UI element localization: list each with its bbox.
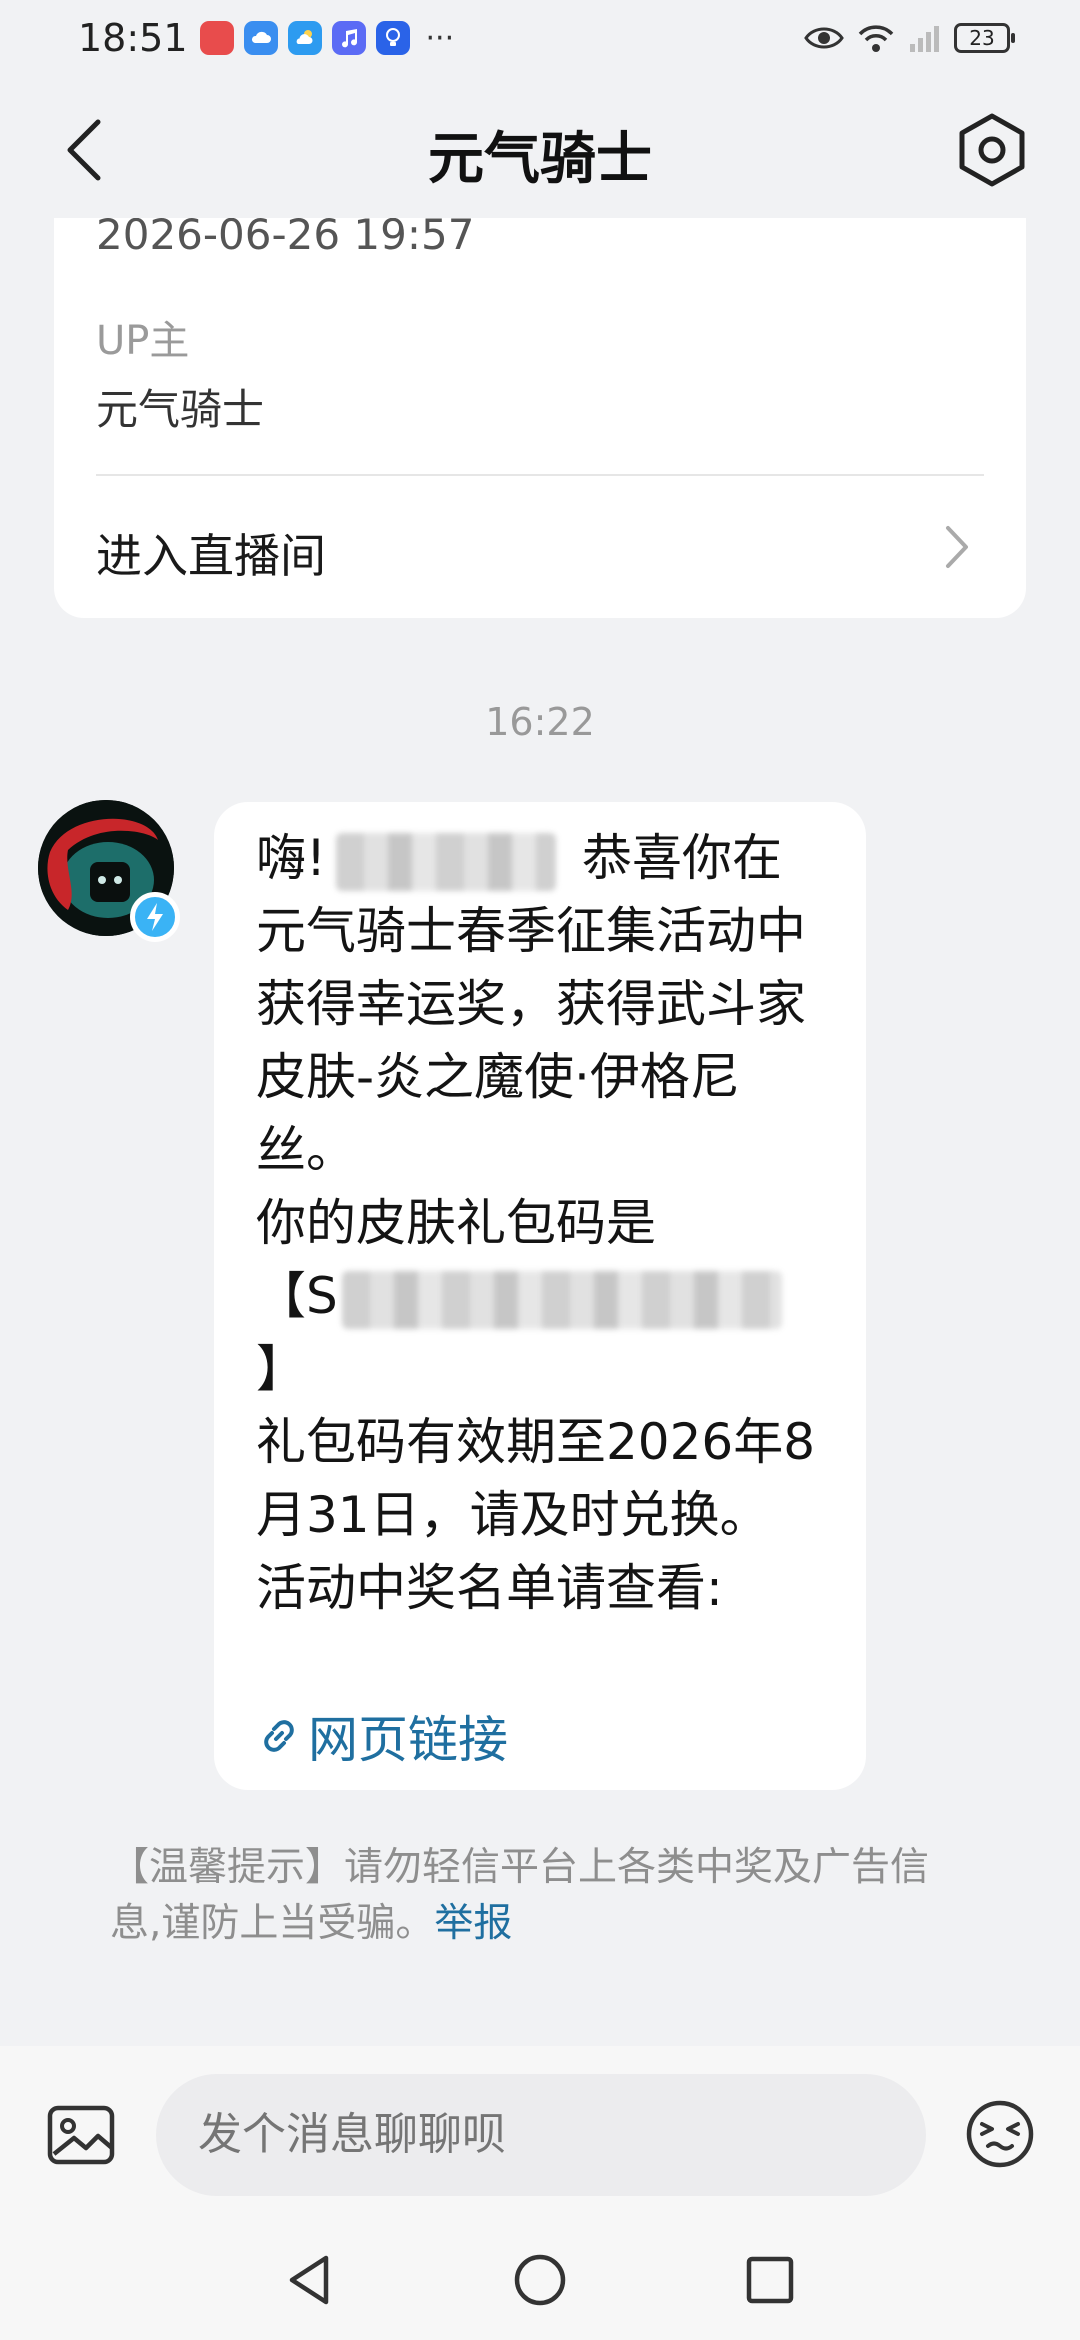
eye-icon — [804, 27, 844, 49]
nav-recent-button[interactable] — [742, 2250, 798, 2310]
message-body-end: 】 礼包码有效期至2026年8月31日，请及时兑换。 活动中奖名单请查看: — [256, 1340, 816, 1617]
notification-icons: ··· — [199, 20, 455, 56]
lightning-icon — [147, 903, 163, 931]
enter-live-room-label: 进入直播间 — [96, 529, 326, 583]
redacted-gift-code — [341, 1270, 782, 1329]
status-bar: 18:51 ··· 23 — [0, 0, 1080, 76]
greeting-end: 恭喜你 — [582, 829, 733, 887]
message-text: 嗨! 恭喜你在元气骑士春季征集活动中获得幸运奖，获得武斗家皮肤-炎之魔使·伊格尼丝… — [256, 822, 832, 1625]
emoji-button[interactable] — [964, 2098, 1036, 2170]
header: 元气骑士 — [0, 90, 1080, 210]
warning-tip-text: 【温馨提示】请勿轻信平台上各类中奖及广告信息,谨防上当受骗。 — [110, 1845, 930, 1946]
settings-button[interactable] — [952, 108, 1032, 192]
image-icon — [47, 2105, 115, 2165]
battery-indicator: 23 — [954, 23, 1015, 53]
weather-icon — [287, 21, 322, 55]
message-timestamp: 16:22 — [485, 700, 595, 744]
page-title: 元气骑士 — [428, 127, 652, 192]
nav-home-button[interactable] — [512, 2250, 568, 2310]
link-icon — [264, 1720, 294, 1752]
settings-icon — [959, 113, 1025, 187]
message-body: 在元气骑士春季征集活动中获得幸运奖，获得武斗家皮肤-炎之魔使·伊格尼丝。 你的皮… — [256, 829, 806, 1325]
redacted-username — [336, 832, 557, 891]
web-link[interactable]: 网页链接 — [256, 1700, 508, 1772]
greeting-start: 嗨! — [256, 829, 327, 887]
enter-live-room-button[interactable]: 进入直播间 — [54, 476, 1026, 618]
status-indicators: 23 — [804, 22, 1015, 54]
emoji-icon — [966, 2100, 1034, 2168]
cloud-icon — [243, 21, 278, 55]
nav-back-button[interactable] — [282, 2250, 338, 2310]
message-bubble[interactable]: 嗨! 恭喜你在元气骑士春季征集活动中获得幸运奖，获得武斗家皮肤-炎之魔使·伊格尼丝… — [214, 802, 866, 1790]
square-recent-icon — [746, 2256, 794, 2304]
official-badge — [130, 892, 180, 942]
signal-icon — [910, 26, 939, 52]
web-link-label: 网页链接 — [308, 1711, 508, 1769]
input-bar — [0, 2046, 1080, 2220]
huawei-store-icon — [199, 21, 234, 55]
triangle-back-icon — [289, 2255, 329, 2305]
report-link[interactable]: 举报 — [434, 1901, 512, 1946]
more-notifications-icon: ··· — [425, 20, 455, 56]
sender-avatar[interactable] — [38, 800, 180, 942]
circle-home-icon — [514, 2254, 566, 2306]
image-button[interactable] — [46, 2104, 116, 2166]
music-icon — [331, 21, 366, 55]
warning-tip: 【温馨提示】请勿轻信平台上各类中奖及广告信息,谨防上当受骗。举报 — [110, 1840, 980, 1952]
live-info-card: 2026-06-26 19:57 UP主 元气骑士 进入直播间 — [54, 218, 1026, 618]
wifi-icon — [858, 25, 894, 52]
status-time: 18:51 — [78, 16, 188, 60]
tips-icon — [375, 21, 410, 55]
live-date: 2026-06-26 19:57 — [96, 218, 475, 259]
chevron-right-icon — [946, 526, 968, 568]
up-label: UP主 — [96, 318, 190, 364]
system-nav-bar — [0, 2220, 1080, 2340]
message-input[interactable] — [156, 2074, 926, 2196]
up-name: 元气骑士 — [96, 385, 265, 434]
